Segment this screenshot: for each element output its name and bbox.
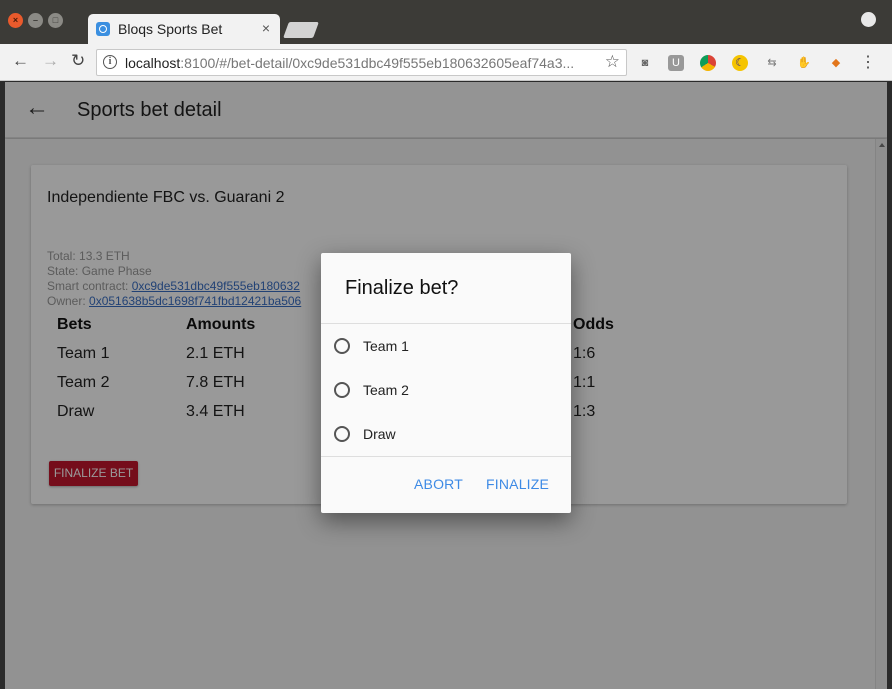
info-icon[interactable]: i [103,55,117,69]
moon-icon[interactable]: ☾ [732,55,748,71]
radio-icon[interactable] [334,382,350,398]
radio-icon[interactable] [334,338,350,354]
url-path: :8100/#/bet-detail/0xc9de531dbc49f555eb1… [180,55,575,71]
dialog-divider [321,456,571,457]
option-label: Draw [363,426,396,442]
browser-tab[interactable]: Bloqs Sports Bet × [88,14,280,44]
browser-toolbar: ← → ↻ i localhost:8100/#/bet-detail/0xc9… [0,44,892,81]
profile-icon[interactable] [861,12,876,27]
bookmark-star-icon[interactable]: ☆ [605,52,620,72]
gnome-icon[interactable]: ✋ [796,55,812,71]
back-icon[interactable]: ← [12,51,29,71]
u-icon[interactable]: U [668,55,684,71]
tab-close-icon[interactable]: × [262,20,270,36]
radio-icon[interactable] [334,426,350,442]
url-host: localhost [125,55,181,71]
dialog-title: Finalize bet? [345,277,459,299]
window-minimize-button[interactable]: – [28,13,43,28]
fox-icon[interactable]: ◆ [828,55,844,71]
option-team-2[interactable]: Team 2 [321,368,571,412]
forward-icon[interactable]: → [42,51,59,71]
app-favicon-icon [96,22,110,36]
option-draw[interactable]: Draw [321,412,571,456]
finalize-button[interactable]: FINALIZE [486,476,549,492]
window-controls: × – □ [8,13,63,28]
new-tab-button[interactable] [283,22,319,38]
tab-title: Bloqs Sports Bet [118,21,223,37]
camera-icon[interactable]: ◙ [637,55,653,71]
url-text[interactable]: localhost:8100/#/bet-detail/0xc9de531dbc… [125,55,595,71]
address-bar[interactable]: i localhost:8100/#/bet-detail/0xc9de531d… [96,49,627,76]
window-close-button[interactable]: × [8,13,23,28]
browser-titlebar: × – □ Bloqs Sports Bet × [0,0,892,44]
chrome-icon[interactable] [700,55,716,71]
option-label: Team 2 [363,382,409,398]
sync-icon[interactable]: ⇆ [764,55,780,71]
app-viewport: ← Sports bet detail Independiente FBC vs… [5,82,887,689]
reload-icon[interactable]: ↻ [71,51,85,71]
menu-icon[interactable]: ⋮ [860,55,876,71]
option-team-1[interactable]: Team 1 [321,324,571,368]
option-label: Team 1 [363,338,409,354]
finalize-dialog: Finalize bet? Team 1 Team 2 Draw ABORT F… [321,253,571,513]
window-maximize-button[interactable]: □ [48,13,63,28]
abort-button[interactable]: ABORT [414,476,463,492]
